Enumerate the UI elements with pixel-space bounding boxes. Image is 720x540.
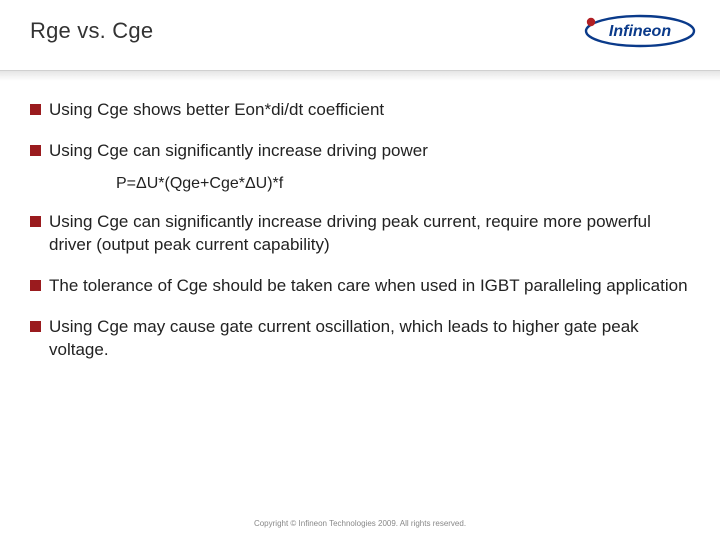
bullet-icon: [30, 321, 41, 332]
bullet-icon: [30, 280, 41, 291]
slide-body: Using Cge shows better Eon*di/dt coeffic…: [30, 81, 690, 362]
bullet-icon: [30, 145, 41, 156]
bullet-icon: [30, 216, 41, 227]
infineon-logo: Infineon: [572, 12, 696, 50]
copyright-footer: Copyright © Infineon Technologies 2009. …: [0, 519, 720, 528]
bullet-text: Using Cge shows better Eon*di/dt coeffic…: [49, 99, 384, 122]
header-shadow: [0, 71, 720, 81]
slide-header: Rge vs. Cge Infineon: [30, 18, 690, 66]
bullet-text: Using Cge can significantly increase dri…: [49, 140, 428, 163]
slide: Rge vs. Cge Infineon Using Cge shows bet…: [0, 0, 720, 540]
bullet-item: Using Cge shows better Eon*di/dt coeffic…: [30, 99, 690, 122]
bullet-text: The tolerance of Cge should be taken car…: [49, 275, 688, 298]
formula-text: P=ΔU*(Qge+Cge*ΔU)*f: [116, 175, 690, 193]
svg-text:Infineon: Infineon: [609, 23, 671, 40]
bullet-item: Using Cge may cause gate current oscilla…: [30, 316, 690, 362]
bullet-icon: [30, 104, 41, 115]
bullet-text: Using Cge may cause gate current oscilla…: [49, 316, 690, 362]
bullet-item: The tolerance of Cge should be taken car…: [30, 275, 690, 298]
bullet-text: Using Cge can significantly increase dri…: [49, 211, 690, 257]
bullet-item: Using Cge can significantly increase dri…: [30, 140, 690, 163]
bullet-item: Using Cge can significantly increase dri…: [30, 211, 690, 257]
